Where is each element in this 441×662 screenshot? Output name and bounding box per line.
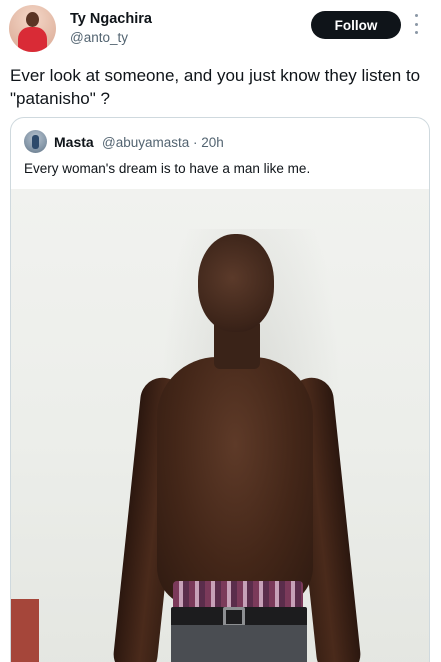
photo-furniture — [11, 599, 39, 662]
quoted-author-name[interactable]: Masta — [54, 134, 94, 150]
quoted-author-meta: @abuyamasta · 20h — [102, 135, 224, 150]
author-name[interactable]: Ty Ngachira — [70, 11, 152, 27]
quoted-author-avatar[interactable] — [24, 130, 47, 153]
quoted-tweet-text: Every woman's dream is to have a man lik… — [24, 161, 311, 176]
quoted-tweet-time: · 20h — [193, 135, 224, 150]
more-vertical-icon[interactable] — [412, 14, 420, 34]
quoted-tweet-photo[interactable] — [11, 189, 429, 662]
photo-pants — [171, 625, 307, 662]
photo-belt-buckle — [223, 607, 245, 627]
avatar-head — [26, 12, 39, 27]
more-dot — [414, 14, 418, 17]
more-dot — [414, 31, 418, 34]
follow-button[interactable]: Follow — [311, 11, 401, 39]
quoted-author-handle[interactable]: @abuyamasta — [102, 135, 189, 150]
photo-torso — [157, 357, 313, 607]
tweet-header: Ty Ngachira @anto_ty Follow — [0, 0, 441, 60]
author-avatar[interactable] — [9, 5, 56, 52]
avatar-shirt — [18, 27, 47, 52]
avatar-figure — [32, 135, 39, 149]
tweet-text: Ever look at someone, and you just know … — [10, 66, 421, 108]
photo-head — [198, 234, 274, 332]
more-dot — [414, 22, 418, 26]
quoted-tweet[interactable]: Masta @abuyamasta · 20h Every woman's dr… — [10, 117, 430, 662]
author-handle[interactable]: @anto_ty — [70, 30, 128, 45]
